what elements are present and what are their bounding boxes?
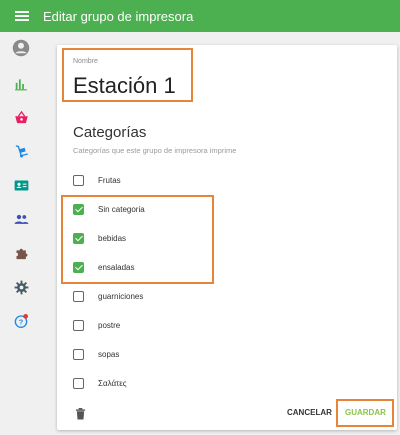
categories-title: Categorías [73, 124, 147, 141]
checked-categories-highlight [61, 195, 214, 284]
categories-subtitle: Categorías que este grupo de impresora i… [73, 146, 237, 155]
svg-text:?: ? [19, 318, 24, 327]
bar-chart-icon[interactable] [9, 72, 33, 96]
category-item[interactable]: Frutas [73, 170, 273, 190]
category-item[interactable]: postre [73, 315, 273, 335]
contact-card-icon[interactable] [9, 173, 33, 197]
name-field-highlight [62, 48, 193, 102]
category-item[interactable]: sopas [73, 344, 273, 364]
category-checkbox[interactable] [73, 174, 84, 186]
category-label: Σαλάτες [98, 378, 127, 388]
category-checkbox[interactable] [73, 348, 84, 360]
cancel-button[interactable]: CANCELAR [287, 408, 332, 417]
account-circle-icon[interactable] [9, 36, 33, 60]
page-title: Editar grupo de impresora [43, 8, 194, 24]
save-button-highlight [336, 399, 394, 427]
delete-icon[interactable] [75, 407, 86, 425]
dolly-icon[interactable] [9, 139, 33, 163]
basket-icon[interactable] [9, 105, 33, 129]
category-label: sopas [98, 349, 120, 359]
people-icon[interactable] [9, 207, 33, 231]
app-bar: Editar grupo de impresora [0, 0, 400, 32]
category-item[interactable]: guarniciones [73, 286, 273, 306]
category-item[interactable]: Σαλάτες [73, 373, 273, 393]
category-checkbox[interactable] [73, 319, 84, 331]
sidebar: ? [0, 32, 42, 435]
category-label: postre [98, 320, 121, 330]
category-checkbox[interactable] [73, 290, 84, 302]
gear-icon[interactable] [9, 275, 33, 299]
hamburger-menu-icon[interactable] [15, 11, 29, 21]
category-label: Frutas [98, 175, 121, 185]
help-icon[interactable]: ? [9, 309, 33, 333]
category-label: guarniciones [98, 291, 144, 301]
puzzle-icon[interactable] [9, 241, 33, 265]
category-checkbox[interactable] [73, 377, 84, 389]
